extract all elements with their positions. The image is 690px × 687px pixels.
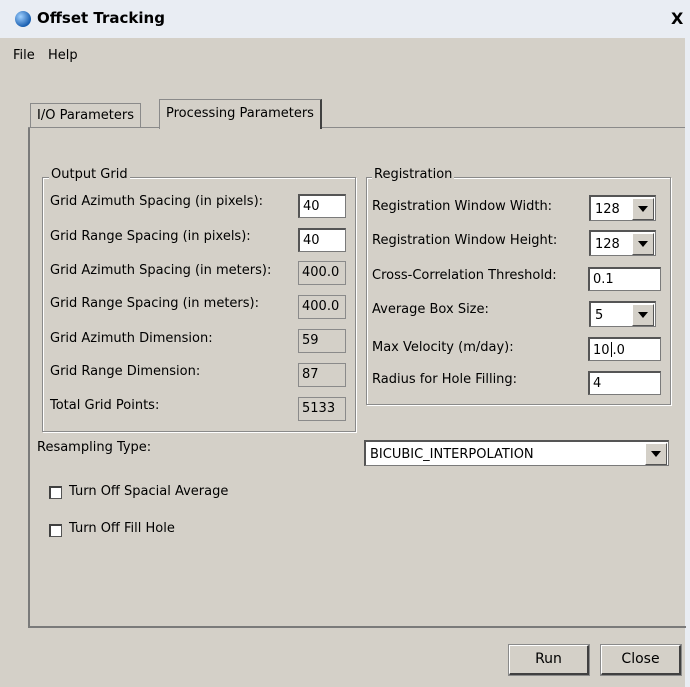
registration-window-width-select[interactable]: 128 [589, 195, 656, 221]
registration-window-height-value: 128 [595, 237, 620, 252]
grid-azimuth-spacing-meters-label: Grid Azimuth Spacing (in meters): [50, 263, 272, 278]
resampling-type-value: BICUBIC_INTERPOLATION [370, 447, 534, 462]
menu-file[interactable]: File [13, 48, 35, 63]
chevron-down-icon[interactable] [632, 304, 654, 326]
turn-off-fill-hole-checkbox[interactable] [49, 524, 62, 537]
grid-azimuth-dimension-value: 59 [298, 329, 346, 353]
menu-help[interactable]: Help [48, 48, 78, 63]
max-velocity-label: Max Velocity (m/day): [372, 340, 514, 355]
average-box-size-label: Average Box Size: [372, 302, 489, 317]
grid-azimuth-spacing-meters-value: 400.0 [298, 261, 346, 285]
turn-off-spacial-average-checkbox[interactable] [49, 486, 62, 499]
grid-range-spacing-pixels-input[interactable]: 40 [298, 228, 346, 252]
max-velocity-value-after-caret: .0 [612, 343, 625, 358]
registration-window-height-label: Registration Window Height: [372, 233, 558, 248]
tab-io-parameters[interactable]: I/O Parameters [30, 103, 141, 127]
average-box-size-select[interactable]: 5 [589, 301, 656, 327]
registration-title: Registration [372, 167, 455, 182]
registration-window-width-value: 128 [595, 202, 620, 217]
grid-azimuth-spacing-pixels-label: Grid Azimuth Spacing (in pixels): [50, 194, 264, 209]
grid-range-spacing-meters-label: Grid Range Spacing (in meters): [50, 296, 259, 311]
window-title: Offset Tracking [37, 9, 165, 27]
radius-hole-filling-label: Radius for Hole Filling: [372, 372, 518, 387]
cross-correlation-threshold-input[interactable]: 0.1 [588, 267, 661, 291]
registration-window-width-label: Registration Window Width: [372, 199, 553, 214]
turn-off-fill-hole-label: Turn Off Fill Hole [69, 521, 175, 536]
app-globe-icon [15, 11, 31, 27]
run-button[interactable]: Run [508, 644, 590, 676]
grid-azimuth-spacing-pixels-input[interactable]: 40 [298, 194, 346, 218]
chevron-down-icon[interactable] [632, 198, 654, 220]
chevron-down-icon[interactable] [632, 233, 654, 255]
close-button[interactable]: Close [600, 644, 682, 676]
output-grid-title: Output Grid [49, 167, 130, 182]
grid-range-dimension-value: 87 [298, 363, 346, 387]
average-box-size-value: 5 [595, 308, 604, 323]
max-velocity-input[interactable]: 10.0 [588, 337, 661, 361]
grid-range-dimension-label: Grid Range Dimension: [50, 364, 201, 379]
grid-azimuth-dimension-label: Grid Azimuth Dimension: [50, 331, 213, 346]
text-caret [610, 342, 612, 357]
cross-correlation-threshold-label: Cross-Correlation Threshold: [372, 268, 557, 283]
close-icon[interactable]: X [671, 9, 683, 28]
chevron-down-icon[interactable] [645, 443, 667, 465]
turn-off-spacial-average-label: Turn Off Spacial Average [69, 484, 229, 499]
max-velocity-value-before-caret: 10 [593, 343, 610, 358]
tab-processing-parameters[interactable]: Processing Parameters [159, 99, 322, 129]
resampling-type-select[interactable]: BICUBIC_INTERPOLATION [364, 440, 669, 466]
total-grid-points-label: Total Grid Points: [50, 398, 160, 413]
radius-hole-filling-input[interactable]: 4 [588, 371, 661, 395]
total-grid-points-value: 5133 [298, 397, 346, 421]
grid-range-spacing-meters-value: 400.0 [298, 295, 346, 319]
registration-window-height-select[interactable]: 128 [589, 230, 656, 256]
resampling-type-label: Resampling Type: [37, 440, 152, 455]
menu-bar [0, 38, 685, 72]
grid-range-spacing-pixels-label: Grid Range Spacing (in pixels): [50, 229, 251, 244]
